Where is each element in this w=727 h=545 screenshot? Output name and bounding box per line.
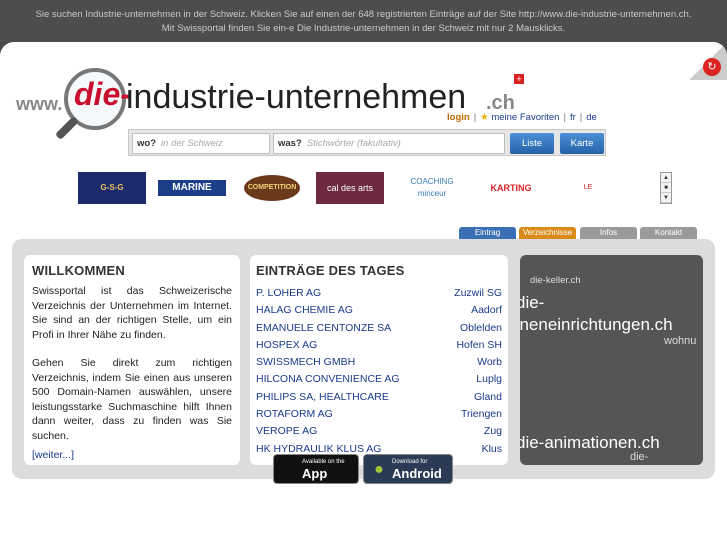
welcome-paragraph-2: Gehen Sie direkt zum richtigen Verzeichn… <box>32 357 232 442</box>
promo-domain[interactable]: die- <box>520 293 544 313</box>
entry-city[interactable]: Aadorf <box>471 302 502 319</box>
banner-scroller[interactable]: ▲ ■ ▼ <box>660 172 672 204</box>
banner-competition[interactable]: COMPETITION <box>244 175 300 201</box>
login-link[interactable]: login <box>447 112 470 123</box>
android-badge-small: Download for <box>392 459 428 465</box>
star-icon: ★ <box>480 112 489 123</box>
promo-domain[interactable]: wohnu <box>664 335 696 347</box>
apple-icon <box>280 460 298 480</box>
banner-karting[interactable]: KARTING VUITEBOEUF <box>480 172 542 204</box>
entry-name[interactable]: HILCONA CONVENIENCE AG <box>256 371 400 388</box>
search-bar: wo? in der Schweiz was? Stichwörter (fakul… <box>128 129 606 156</box>
entry-name[interactable]: ROTAFORM AG <box>256 406 333 423</box>
entry-row[interactable]: ROTAFORM AG Triengen <box>256 406 502 423</box>
page-corner-curl[interactable]: ↻ <box>689 42 727 80</box>
app-store-badge[interactable]: Available on the App Store <box>273 454 359 496</box>
android-badge[interactable]: ● Download for Android <box>363 454 453 484</box>
page-container: www. die- industrie-unternehmen .ch + ↻ … <box>0 42 727 545</box>
banner-marine[interactable]: MARINE <box>158 180 226 196</box>
entry-row[interactable]: P. LOHER AG Zuzwil SG <box>256 285 502 302</box>
read-more-text[interactable]: [weiter...] <box>32 449 74 461</box>
keyword-placeholder: Stichwörter (fakultativ) <box>306 138 401 149</box>
swiss-flag-icon: + <box>514 74 524 84</box>
entry-row[interactable]: HOSPEX AG Hofen SH <box>256 337 502 354</box>
apple-badge-small: Available on the <box>302 459 345 465</box>
scroll-down-icon[interactable]: ▼ <box>661 193 671 203</box>
main-content: WILLKOMMEN Swissportal ist das Schweizer… <box>12 239 715 479</box>
promo-domain[interactable]: die-keller.ch <box>530 275 581 286</box>
promo-domain[interactable]: nneneinrichtungen.ch <box>520 315 673 335</box>
logo-die: die- <box>74 76 131 112</box>
domain-word-cloud: die-keller.ch die- nneneinrichtungen.ch … <box>520 255 703 465</box>
entry-row[interactable]: HALAG CHEMIE AG Aadorf <box>256 302 502 319</box>
scroll-dot-icon: ■ <box>661 183 671 193</box>
banner-cal-des-arts[interactable]: cal des arts <box>316 172 384 204</box>
android-badge-big: Android <box>392 466 442 481</box>
banner-gsg[interactable]: G-S-G <box>78 172 146 204</box>
top-info-line-1: Sie suchen Industrie-unternehmen in der … <box>35 9 692 20</box>
tab-verzeichnisse[interactable]: Verzeichnisse <box>519 227 576 239</box>
entries-title: EINTRÄGE DES TAGES <box>256 263 405 278</box>
entry-city[interactable]: Worb <box>477 354 502 371</box>
banner-coaching[interactable]: COACHING minceur <box>398 172 466 204</box>
entry-name[interactable]: EMANUELE CENTONZE SA <box>256 320 391 337</box>
favorites-link[interactable]: meine Favoriten <box>491 112 559 123</box>
entry-name[interactable]: SWISSMECH GMBH <box>256 354 355 371</box>
entry-city[interactable]: Hofen SH <box>456 337 502 354</box>
scroll-up-icon[interactable]: ▲ <box>661 173 671 183</box>
keyword-input[interactable]: was? Stichwörter (fakultativ) <box>273 133 505 154</box>
entry-name[interactable]: PHILIPS SA, HEALTHCARE <box>256 389 389 406</box>
lang-fr-link[interactable]: fr <box>570 112 576 123</box>
entry-name[interactable]: HALAG CHEMIE AG <box>256 302 353 319</box>
welcome-title: WILLKOMMEN <box>32 263 125 278</box>
entry-city[interactable]: Zug <box>484 423 502 440</box>
entry-name[interactable]: P. LOHER AG <box>256 285 321 302</box>
daily-entries-panel: EINTRÄGE DES TAGES P. LOHER AG Zuzwil SG … <box>250 255 508 465</box>
entry-city[interactable]: Klus <box>482 441 502 458</box>
read-more-link[interactable]: [weiter...] <box>32 449 74 461</box>
location-input[interactable]: wo? in der Schweiz <box>132 133 270 154</box>
entry-row[interactable]: SWISSMECH GMBH Worb <box>256 354 502 371</box>
entry-city[interactable]: Gland <box>474 389 502 406</box>
welcome-panel: WILLKOMMEN Swissportal ist das Schweizer… <box>24 255 240 465</box>
entry-city[interactable]: Triengen <box>461 406 502 423</box>
logo-name: industrie-unternehmen <box>126 78 467 116</box>
tab-kontakt[interactable]: Kontakt <box>640 227 697 239</box>
promo-domain[interactable]: die-animationen.ch <box>520 433 660 453</box>
corner-logo-icon: ↻ <box>703 58 721 76</box>
entry-city[interactable]: Oblelden <box>460 320 502 337</box>
entry-row[interactable]: EMANUELE CENTONZE SA Oblelden <box>256 320 502 337</box>
entry-city[interactable]: Luplg <box>476 371 502 388</box>
keyword-label: was? <box>278 138 302 149</box>
entry-row[interactable]: HILCONA CONVENIENCE AG Luplg <box>256 371 502 388</box>
banner-le[interactable]: LE <box>554 180 622 196</box>
top-info-bar: Sie suchen Industrie-unternehmen in der … <box>0 0 727 42</box>
magnifier-handle <box>54 115 80 141</box>
apple-badge-big: App Store <box>302 466 336 496</box>
entry-row[interactable]: VEROPE AG Zug <box>256 423 502 440</box>
partner-banner-strip: G-S-G MARINE COMPETITION cal des arts CO… <box>78 172 672 206</box>
promo-domain[interactable]: die- <box>630 451 648 463</box>
top-links: login | ★ meine Favoriten | fr | de <box>447 112 597 123</box>
top-info-line-2: Mit Swissportal finden Sie ein-e Die Ind… <box>161 23 566 34</box>
entry-city[interactable]: Zuzwil SG <box>454 285 502 302</box>
lang-de-link[interactable]: de <box>586 112 597 123</box>
entry-row[interactable]: PHILIPS SA, HEALTHCARE Gland <box>256 389 502 406</box>
location-label: wo? <box>137 138 156 149</box>
tab-eintrag[interactable]: Eintrag <box>459 227 516 239</box>
map-button[interactable]: Karte <box>560 133 604 154</box>
logo-www: www. <box>16 94 63 114</box>
tab-infos[interactable]: Infos <box>580 227 637 239</box>
list-button[interactable]: Liste <box>510 133 554 154</box>
entry-name[interactable]: VEROPE AG <box>256 423 317 440</box>
welcome-paragraph-1: Swissportal ist das Schweizerische Verze… <box>32 285 232 341</box>
android-icon: ● <box>374 461 384 478</box>
entry-name[interactable]: HOSPEX AG <box>256 337 317 354</box>
location-placeholder: in der Schweiz <box>161 138 223 149</box>
